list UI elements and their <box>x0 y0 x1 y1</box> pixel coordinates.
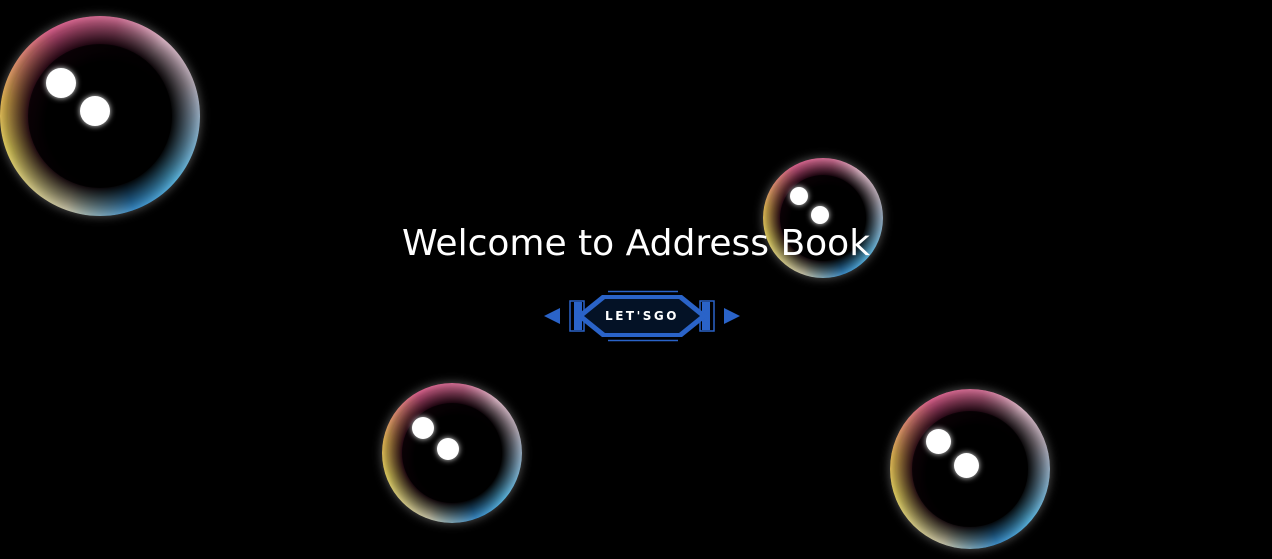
bubble-highlight <box>954 453 979 478</box>
bubble-decoration <box>0 16 200 216</box>
bubble-highlight <box>790 187 808 205</box>
bubble-highlight <box>80 96 110 126</box>
bubble-highlight <box>412 417 434 439</box>
triangle-right-icon <box>724 308 740 324</box>
bubble-highlight <box>926 429 951 454</box>
page-title: Welcome to Address Book <box>401 223 871 264</box>
bubble-decoration <box>382 383 522 523</box>
welcome-screen: Welcome to Address Book LET'SGO <box>0 0 1272 559</box>
triangle-left-icon <box>544 308 560 324</box>
lets-go-button[interactable]: LET'SGO <box>544 290 740 342</box>
lets-go-label: LET'SGO <box>605 309 679 323</box>
bubble-decoration <box>890 389 1050 549</box>
bubble-highlight <box>46 68 76 98</box>
bubble-highlight <box>437 438 459 460</box>
